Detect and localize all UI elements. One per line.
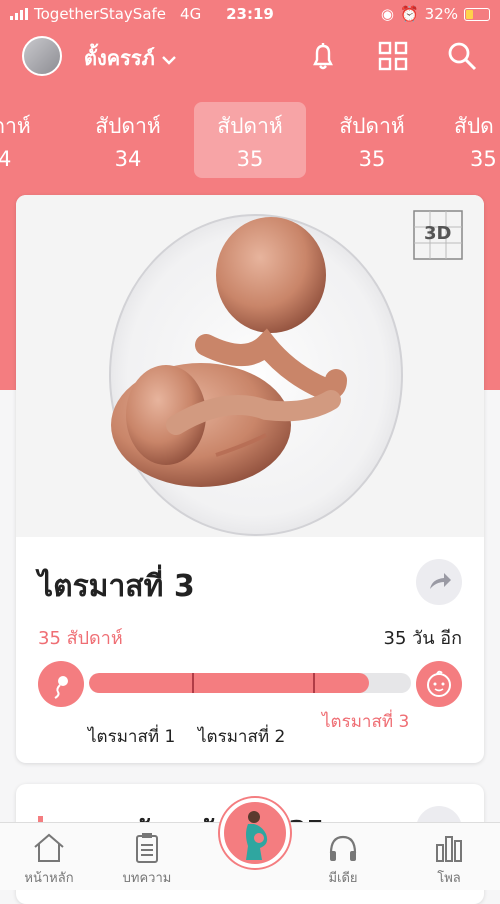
profile-selector[interactable]: ตั้งครรภ์ bbox=[84, 42, 176, 74]
profile-name: ตั้งครรภ์ bbox=[84, 46, 155, 70]
progress-fill bbox=[89, 673, 370, 693]
grid-icon[interactable] bbox=[375, 38, 411, 74]
tab-week-35-partial[interactable]: สัปด 35 bbox=[438, 102, 500, 178]
trimester-divider bbox=[192, 673, 194, 693]
tab-week-35[interactable]: สัปดาห์ 35 bbox=[316, 102, 428, 178]
trimester-title: ไตรมาสที่ 3 bbox=[38, 569, 195, 604]
headphones-icon bbox=[329, 835, 357, 861]
trimester-divider bbox=[313, 673, 315, 693]
bar-chart-icon bbox=[436, 836, 462, 862]
trimester-3-label: ไตรมาสที่ 3 bbox=[322, 712, 410, 732]
nav-pregnancy-center[interactable] bbox=[220, 798, 290, 868]
avatar[interactable] bbox=[22, 36, 62, 76]
days-remaining: 35 วัน อีก bbox=[383, 628, 462, 649]
status-bar: TogetherStaySafe 4G 23:19 ◉ ⏰ 32% bbox=[0, 0, 500, 30]
chevron-down-icon bbox=[161, 46, 176, 70]
rotation-lock-icon: ◉ bbox=[380, 5, 394, 23]
tab-week-35-active[interactable]: สัปดาห์ 35 bbox=[194, 102, 306, 178]
bell-icon[interactable] bbox=[305, 38, 341, 74]
alarm-icon: ⏰ bbox=[399, 5, 419, 23]
baby-face-icon bbox=[416, 661, 462, 707]
nav-media[interactable]: มีเดีย bbox=[298, 827, 388, 888]
battery-icon bbox=[464, 7, 490, 21]
nav-articles-label: บทความ bbox=[122, 871, 172, 886]
top-bar: ตั้งครรภ์ bbox=[0, 32, 500, 82]
home-icon bbox=[34, 833, 64, 862]
fetus-image[interactable]: 3D bbox=[16, 195, 484, 537]
nav-media-label: มีเดีย bbox=[328, 871, 358, 886]
trimester-2-label: ไตรมาสที่ 2 bbox=[198, 727, 286, 747]
pregnant-icon bbox=[246, 811, 268, 860]
weeks-elapsed: 35 สัปดาห์ bbox=[38, 628, 123, 649]
battery-percent: 32% bbox=[424, 5, 458, 23]
tab-week-34-partial[interactable]: สัปดาห์34 bbox=[0, 102, 54, 178]
trimester-card: 3D ไตรมาสที่ 3 35 สัปดาห์ 35 วัน อีก ไตร… bbox=[16, 195, 484, 763]
nav-polls-label: โพล bbox=[437, 871, 461, 886]
sperm-icon bbox=[38, 661, 84, 707]
share-arrow-icon bbox=[430, 573, 451, 589]
nav-articles[interactable]: บทความ bbox=[102, 827, 192, 888]
share-button[interactable] bbox=[416, 559, 462, 605]
nav-polls[interactable]: โพล bbox=[404, 827, 494, 888]
search-icon[interactable] bbox=[444, 38, 480, 74]
nav-home-label: หน้าหลัก bbox=[24, 871, 74, 886]
trimester-1-label: ไตรมาสที่ 1 bbox=[88, 727, 176, 747]
tab-week-34[interactable]: สัปดาห์ 34 bbox=[72, 102, 184, 178]
pregnancy-progress-bar bbox=[89, 673, 411, 693]
clipboard-icon bbox=[136, 833, 158, 863]
nav-home[interactable]: หน้าหลัก bbox=[4, 827, 94, 888]
week-tabs: สัปดาห์34 สัปดาห์34 สัปดาห์35 สัปดาห์35 … bbox=[0, 102, 500, 180]
3d-badge-label: 3D bbox=[424, 223, 452, 244]
